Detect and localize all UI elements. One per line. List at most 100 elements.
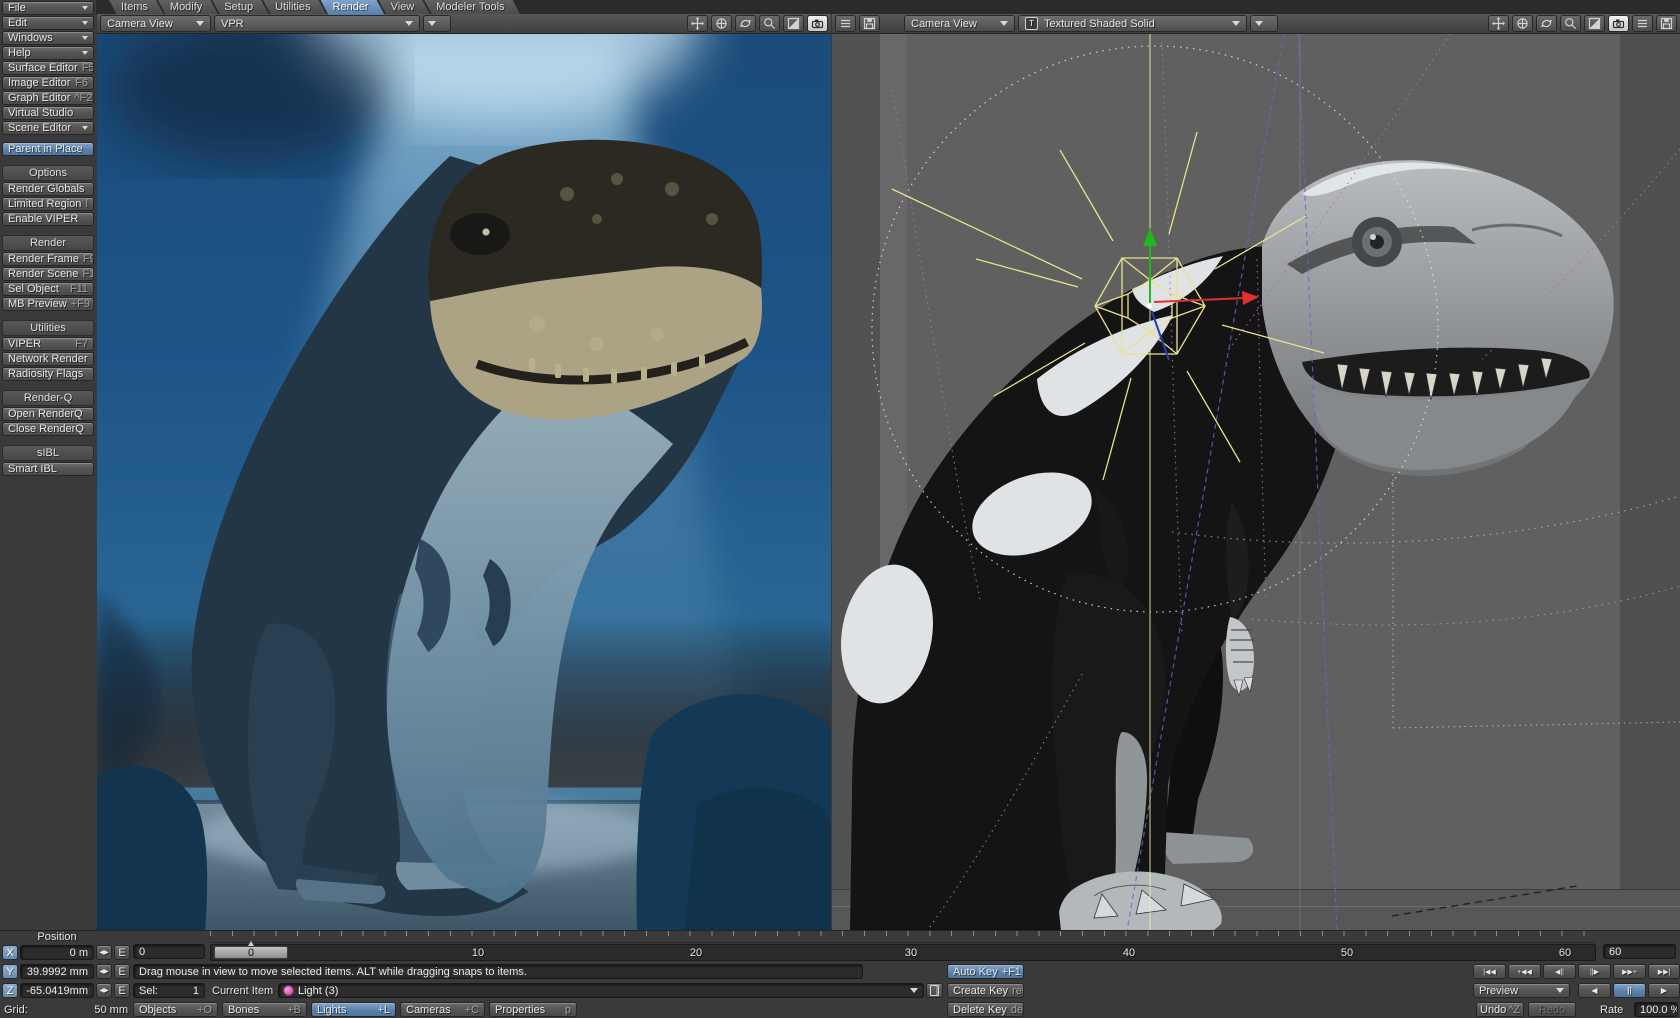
- z-axis-toggle[interactable]: Z: [2, 983, 18, 998]
- x-axis-toggle[interactable]: X: [2, 945, 18, 960]
- viper-button[interactable]: VIPERF7: [2, 337, 94, 351]
- rotate-icon[interactable]: [711, 15, 732, 32]
- sel-object-button[interactable]: Sel ObjectF11: [2, 282, 94, 296]
- tick-label: 40: [1123, 947, 1135, 959]
- zoom-icon[interactable]: [1560, 15, 1581, 32]
- timeline-slider-handle[interactable]: 0: [214, 946, 288, 959]
- end-frame-field[interactable]: 60: [1603, 944, 1676, 959]
- play-button[interactable]: ▶: [1648, 983, 1680, 998]
- y-value-field[interactable]: 39.9992 mm: [20, 964, 94, 979]
- redo-button[interactable]: Redo: [1528, 1002, 1576, 1017]
- parent-in-place-button[interactable]: Parent in Place: [2, 142, 94, 156]
- y-envelope-button[interactable]: E: [114, 964, 130, 979]
- current-frame-field[interactable]: 0: [133, 944, 205, 959]
- render-frame-button[interactable]: Render FrameF9: [2, 252, 94, 266]
- save-icon[interactable]: [1656, 15, 1677, 32]
- enable-viper-button[interactable]: Enable VIPER: [2, 212, 94, 226]
- chevron-down-icon: [82, 126, 88, 130]
- preview-dropdown[interactable]: Preview: [1473, 983, 1570, 998]
- z-value-field[interactable]: -65.0419mm: [20, 983, 94, 998]
- virtual-studio-button[interactable]: Virtual Studio: [2, 106, 94, 120]
- render-mode-dropdown[interactable]: VPR: [214, 15, 420, 32]
- play-reverse-button[interactable]: ◀: [1578, 983, 1611, 998]
- next-key-button[interactable]: ▶▶+: [1613, 964, 1646, 979]
- timeline-ruler[interactable]: [210, 931, 1596, 943]
- y-stepper[interactable]: ◀▶: [96, 964, 112, 979]
- prev-key-button[interactable]: +◀◀: [1508, 964, 1541, 979]
- properties-button[interactable]: Propertiesp: [489, 1002, 577, 1017]
- camera-icon[interactable]: [807, 15, 828, 32]
- render-globals-button[interactable]: Render Globals: [2, 182, 94, 196]
- view-type-dropdown[interactable]: Camera View: [100, 15, 211, 32]
- save-icon[interactable]: [859, 15, 880, 32]
- pane-icon[interactable]: [1584, 15, 1605, 32]
- timeline-track[interactable]: 0 10 20 30 40 50 60: [210, 944, 1596, 961]
- z-envelope-button[interactable]: E: [114, 983, 130, 998]
- step-back-button[interactable]: ◀||: [1543, 964, 1576, 979]
- orbit-icon[interactable]: [1536, 15, 1557, 32]
- objects-mode-button[interactable]: Objects+O: [133, 1002, 218, 1017]
- opengl-scene[interactable]: [832, 34, 1680, 931]
- view-type-dropdown[interactable]: Camera View: [904, 15, 1015, 32]
- zoom-icon[interactable]: [759, 15, 780, 32]
- scene-editor-button[interactable]: Scene Editor: [2, 121, 94, 135]
- open-renderq-button[interactable]: Open RenderQ: [2, 407, 94, 421]
- delete-key-button[interactable]: Delete Keydel: [947, 1002, 1024, 1017]
- orbit-icon[interactable]: [735, 15, 756, 32]
- render-scene-button[interactable]: Render SceneF10: [2, 267, 94, 281]
- tab-utilities[interactable]: Utilities: [263, 0, 326, 15]
- undo-button[interactable]: Undo^Z: [1476, 1002, 1524, 1017]
- tab-setup[interactable]: Setup: [212, 0, 269, 15]
- tab-modify[interactable]: Modify: [158, 0, 218, 15]
- bones-mode-button[interactable]: Bones+B: [222, 1002, 307, 1017]
- z-stepper[interactable]: ◀▶: [96, 983, 112, 998]
- menu-windows[interactable]: Windows: [2, 31, 94, 45]
- tab-items[interactable]: Items: [109, 0, 164, 15]
- move-icon[interactable]: [1488, 15, 1509, 32]
- step-forward-button[interactable]: ||▶: [1578, 964, 1611, 979]
- x-value-field[interactable]: 0 m: [20, 945, 94, 960]
- go-first-frame-button[interactable]: |◀◀: [1473, 964, 1506, 979]
- camera-icon[interactable]: [1608, 15, 1629, 32]
- grid-value: 50 mm: [60, 1004, 128, 1016]
- lights-mode-button[interactable]: Lights+L: [311, 1002, 396, 1017]
- tab-modeler-tools[interactable]: Modeler Tools: [424, 0, 520, 15]
- surface-editor-button[interactable]: Surface EditorF5: [2, 61, 94, 75]
- viewport-options-dropdown[interactable]: [1250, 15, 1278, 32]
- list-icon[interactable]: [1632, 15, 1653, 32]
- limited-region-button[interactable]: Limited Regionl: [2, 197, 94, 211]
- tab-view[interactable]: View: [379, 0, 431, 15]
- move-icon[interactable]: [687, 15, 708, 32]
- smart-ibl-button[interactable]: Smart IBL: [2, 462, 94, 476]
- menu-file[interactable]: File: [2, 1, 94, 15]
- selection-count-field[interactable]: Sel:1: [133, 983, 205, 998]
- network-render-button[interactable]: Network Render: [2, 352, 94, 366]
- rate-value-field[interactable]: 100.0 %: [1634, 1002, 1678, 1017]
- viewport-options-dropdown[interactable]: [423, 15, 451, 32]
- menu-help[interactable]: Help: [2, 46, 94, 60]
- chevron-down-icon: [82, 6, 88, 10]
- y-axis-toggle[interactable]: Y: [2, 964, 18, 979]
- image-editor-button[interactable]: Image EditorF6: [2, 76, 94, 90]
- pane-icon[interactable]: [783, 15, 804, 32]
- group-title-render: Render: [2, 235, 94, 251]
- vpr-underwater-scene[interactable]: [97, 34, 831, 931]
- list-icon[interactable]: [835, 15, 856, 32]
- item-properties-icon[interactable]: [926, 983, 943, 998]
- x-stepper[interactable]: ◀▶: [96, 945, 112, 960]
- rotate-icon[interactable]: [1512, 15, 1533, 32]
- menu-edit[interactable]: Edit: [2, 16, 94, 30]
- current-item-dropdown[interactable]: Light (3): [278, 983, 924, 998]
- auto-key-button[interactable]: Auto Key+F1: [947, 964, 1024, 979]
- graph-editor-button[interactable]: Graph Editor^F2: [2, 91, 94, 105]
- mb-preview-button[interactable]: MB Preview+F9: [2, 297, 94, 311]
- pause-button[interactable]: ||: [1613, 983, 1646, 998]
- go-last-frame-button[interactable]: ▶▶|: [1648, 964, 1680, 979]
- create-key-button[interactable]: Create Keyret: [947, 983, 1024, 998]
- x-envelope-button[interactable]: E: [114, 945, 130, 960]
- radiosity-flags-button[interactable]: Radiosity Flags: [2, 367, 94, 381]
- close-renderq-button[interactable]: Close RenderQ: [2, 422, 94, 436]
- cameras-mode-button[interactable]: Cameras+C: [400, 1002, 485, 1017]
- tab-render[interactable]: Render: [321, 0, 385, 15]
- render-mode-dropdown[interactable]: TTextured Shaded Solid: [1018, 15, 1247, 32]
